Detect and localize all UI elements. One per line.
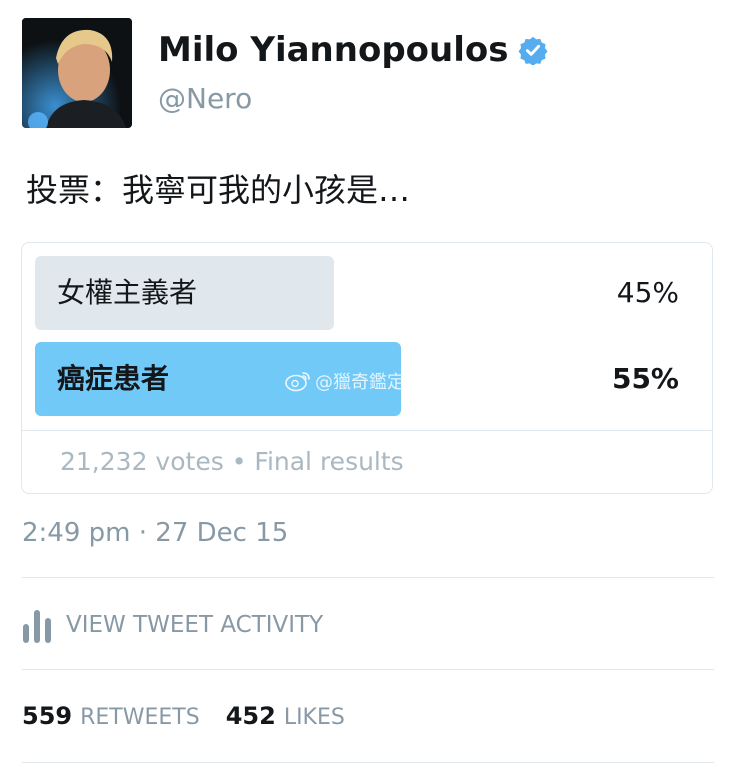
poll-option-label: 癌症患者: [57, 362, 170, 395]
poll-status: Final results: [254, 447, 404, 476]
poll-option-percent: 45%: [616, 276, 679, 309]
divider: [22, 762, 714, 763]
author-display-name: Milo Yiannopoulos: [158, 30, 509, 70]
avatar[interactable]: [22, 18, 132, 128]
watermark: @獵奇鑑定中心: [285, 368, 441, 394]
bar-chart-icon: [23, 610, 51, 643]
retweet-label[interactable]: RETWEETS: [80, 705, 200, 730]
divider: [22, 669, 714, 670]
poll-option: 女權主義者 45%: [35, 256, 699, 330]
tweet-timestamp[interactable]: 2:49 pm · 27 Dec 15: [22, 518, 288, 548]
weibo-icon: [285, 372, 310, 392]
author-handle[interactable]: @Nero: [158, 82, 252, 115]
like-label[interactable]: LIKES: [284, 705, 345, 730]
view-tweet-activity-button[interactable]: VIEW TWEET ACTIVITY: [22, 606, 323, 644]
author-name[interactable]: Milo Yiannopoulos: [158, 30, 548, 70]
poll-divider: [22, 430, 712, 431]
retweet-count[interactable]: 559: [22, 702, 72, 730]
poll-option-label: 女權主義者: [57, 276, 198, 309]
tweet-stats: 559 RETWEETS 452 LIKES: [22, 702, 371, 730]
divider: [22, 577, 714, 578]
verified-badge-icon: [518, 36, 548, 65]
tweet-text: 投票：我寧可我的小孩是…: [26, 171, 411, 209]
poll-vote-count: 21,232 votes: [60, 447, 224, 476]
avatar-portrait: [22, 18, 132, 128]
poll-option-percent: 55%: [611, 362, 679, 395]
poll-separator: •: [231, 447, 247, 476]
watermark-text: @獵奇鑑定中心: [315, 372, 441, 393]
like-count[interactable]: 452: [226, 702, 276, 730]
activity-label: VIEW TWEET ACTIVITY: [66, 612, 324, 638]
poll-meta: 21,232 votes • Final results: [60, 447, 404, 476]
